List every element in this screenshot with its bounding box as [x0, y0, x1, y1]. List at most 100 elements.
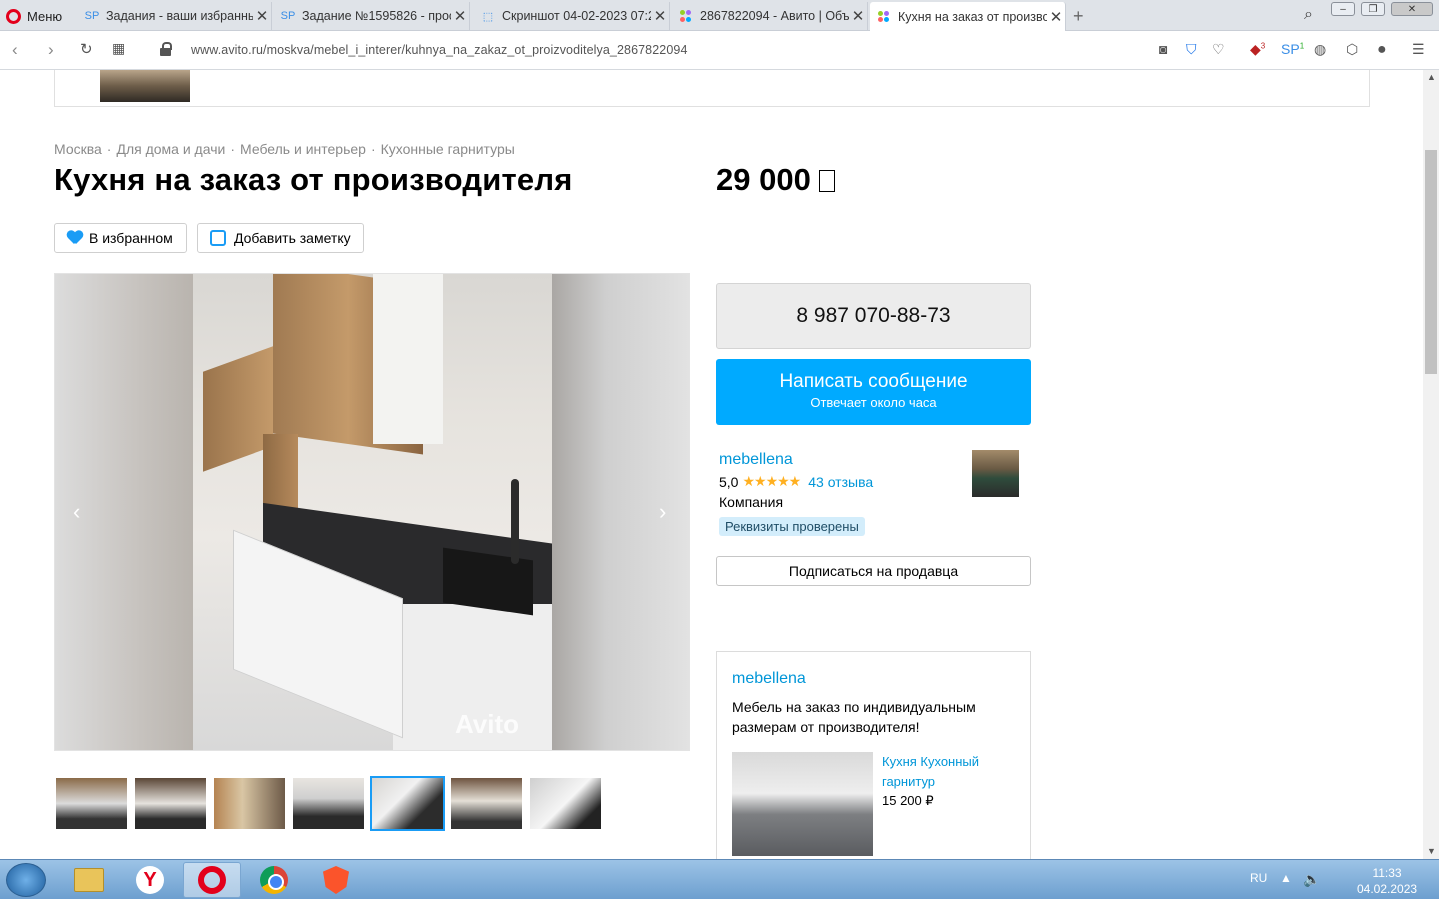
breadcrumb-item[interactable]: Москва: [54, 141, 102, 157]
seller-item-price: 15 200 ₽: [882, 793, 934, 808]
new-tab-plus-icon[interactable]: +: [1073, 6, 1084, 27]
gallery-thumbnail[interactable]: [133, 776, 208, 831]
close-icon[interactable]: ✕: [651, 7, 669, 25]
gallery-blur-right: [551, 274, 689, 750]
browser-tab-bar: Меню SP Задания - ваши избранные ✕ SP За…: [0, 0, 1439, 31]
reload-icon[interactable]: ↻: [80, 40, 93, 58]
profile-icon[interactable]: ●: [1377, 41, 1387, 59]
shield-icon[interactable]: ⛉: [1186, 41, 1197, 58]
seller-name-link[interactable]: mebellena: [719, 451, 793, 469]
gallery-thumbnail[interactable]: [54, 776, 129, 831]
sp-extension-icon[interactable]: SP1: [1281, 41, 1304, 57]
back-icon[interactable]: ‹: [12, 40, 18, 60]
start-button-icon[interactable]: [6, 863, 46, 897]
volume-icon[interactable]: 🔈: [1303, 871, 1320, 888]
reviews-link[interactable]: 43 отзыва: [808, 474, 873, 490]
tray-expand-icon[interactable]: ▲: [1280, 871, 1292, 885]
seller-item-image[interactable]: [732, 752, 873, 856]
write-message-button[interactable]: Написать сообщение Отвечает около часа: [716, 359, 1031, 425]
taskbar-opera[interactable]: [183, 862, 241, 898]
breadcrumb-item[interactable]: Мебель и интерьер: [240, 141, 366, 157]
price: 29 000: [716, 162, 835, 198]
vpn-globe-icon[interactable]: ◍: [1314, 41, 1326, 58]
ublock-icon[interactable]: ◆3: [1250, 41, 1265, 58]
response-time-label: Отвечает около часа: [810, 395, 937, 410]
scroll-down-icon[interactable]: ▼: [1427, 846, 1436, 856]
taskbar-brave[interactable]: [307, 862, 365, 898]
search-tabs-icon[interactable]: ⌕: [1304, 6, 1313, 24]
taskbar-explorer[interactable]: [60, 862, 118, 898]
heart-filled-icon: [67, 231, 83, 245]
breadcrumb-item[interactable]: Для дома и дачи: [116, 141, 225, 157]
scroll-up-icon[interactable]: ▲: [1427, 72, 1436, 82]
tab-2[interactable]: SP Задание №1595826 - прос ✕: [274, 2, 470, 30]
seller-avatar[interactable]: [972, 450, 1019, 497]
add-note-button[interactable]: Добавить заметку: [197, 223, 364, 253]
breadcrumb-separator: ·: [370, 141, 376, 157]
gallery-prev-icon[interactable]: ‹: [73, 499, 80, 525]
photo-open-shelf: [373, 274, 443, 444]
minimize-icon[interactable]: –: [1331, 2, 1355, 16]
photo-gallery[interactable]: Avito ‹ ›: [54, 273, 690, 751]
taskbar-yandex[interactable]: Y: [121, 862, 179, 898]
close-icon[interactable]: ✕: [849, 7, 867, 25]
favorite-button[interactable]: В избранном: [54, 223, 187, 253]
show-phone-button[interactable]: 8 987 070-88-73: [716, 283, 1031, 349]
rating-value: 5,0: [719, 473, 739, 490]
header-thumbnail[interactable]: [100, 70, 190, 102]
language-indicator[interactable]: RU: [1250, 871, 1267, 885]
price-value: 29 000: [716, 162, 811, 197]
close-icon[interactable]: ✕: [1047, 8, 1065, 26]
verified-badge: Реквизиты проверены: [719, 517, 865, 536]
tab-5-active[interactable]: Кухня на заказ от произво ✕: [870, 2, 1066, 31]
camera-icon[interactable]: ◙: [1159, 41, 1167, 57]
windows-taskbar: Y RU ▲ 🔈 11:33 04.02.2023: [0, 859, 1439, 899]
write-message-label: Написать сообщение: [779, 371, 968, 392]
seller-item-title-link[interactable]: Кухня Кухонный гарнитур: [882, 752, 1002, 792]
close-icon[interactable]: ✕: [451, 7, 469, 25]
speed-dial-icon[interactable]: ▦: [112, 40, 125, 57]
ext-badge: 3: [1260, 41, 1266, 51]
gallery-thumbnail[interactable]: [449, 776, 524, 831]
heart-icon[interactable]: ♡: [1212, 41, 1225, 58]
easy-setup-icon[interactable]: ☰: [1412, 41, 1425, 58]
close-icon[interactable]: ✕: [253, 7, 271, 25]
tab-3[interactable]: ⬚ Скриншот 04-02-2023 07:2 ✕: [474, 2, 670, 30]
forward-icon[interactable]: ›: [48, 40, 54, 60]
gallery-main-photo[interactable]: Avito: [193, 274, 552, 750]
seller-card-name-link[interactable]: mebellena: [732, 670, 806, 688]
window-close-icon[interactable]: ✕: [1391, 2, 1433, 16]
tab-title: Скриншот 04-02-2023 07:2: [502, 9, 651, 23]
tab-4[interactable]: 2867822094 - Авито | Объ ✕: [672, 2, 868, 30]
tab-1[interactable]: SP Задания - ваши избранные ✕: [78, 2, 272, 30]
clock-date: 04.02.2023: [1357, 882, 1418, 896]
avito-icon: [876, 9, 892, 25]
opera-menu-button[interactable]: Меню: [6, 5, 62, 27]
gallery-thumbnail[interactable]: [291, 776, 366, 831]
system-clock[interactable]: 11:33 04.02.2023: [1357, 865, 1417, 897]
gallery-next-icon[interactable]: ›: [659, 499, 666, 525]
sp-icon: SP: [84, 10, 100, 22]
opera-logo-icon: [6, 8, 21, 24]
scrollbar-thumb[interactable]: [1425, 150, 1437, 374]
gallery-thumbnail[interactable]: [212, 776, 287, 831]
cube-icon[interactable]: ⬡: [1346, 41, 1358, 58]
subscribe-button[interactable]: Подписаться на продавца: [716, 556, 1031, 586]
gallery-thumbnail[interactable]: [528, 776, 603, 831]
url-field[interactable]: www.avito.ru/moskva/mebel_i_interer/kuhn…: [191, 43, 688, 57]
tab-title: Кухня на заказ от произво: [898, 9, 1047, 24]
lock-icon[interactable]: [160, 42, 172, 56]
screenshot-icon: ⬚: [482, 10, 494, 23]
favorite-label: В избранном: [89, 230, 173, 246]
address-bar: ‹ › ↻ ▦ www.avito.ru/moskva/mebel_i_inte…: [0, 31, 1439, 70]
gallery-thumbnail-selected[interactable]: [370, 776, 445, 831]
photo-faucet: [511, 479, 519, 564]
breadcrumb-separator: ·: [230, 141, 235, 157]
currency-glyph-icon: [818, 170, 835, 192]
breadcrumb-separator: ·: [106, 141, 112, 157]
breadcrumb-item[interactable]: Кухонные гарнитуры: [381, 141, 515, 157]
maximize-icon[interactable]: ❐: [1361, 2, 1385, 16]
seller-rating: 5,0 ★★★★★ 43 отзыва: [719, 473, 873, 490]
taskbar-chrome[interactable]: [245, 862, 303, 898]
window-controls: – ❐ ✕: [1331, 2, 1433, 16]
